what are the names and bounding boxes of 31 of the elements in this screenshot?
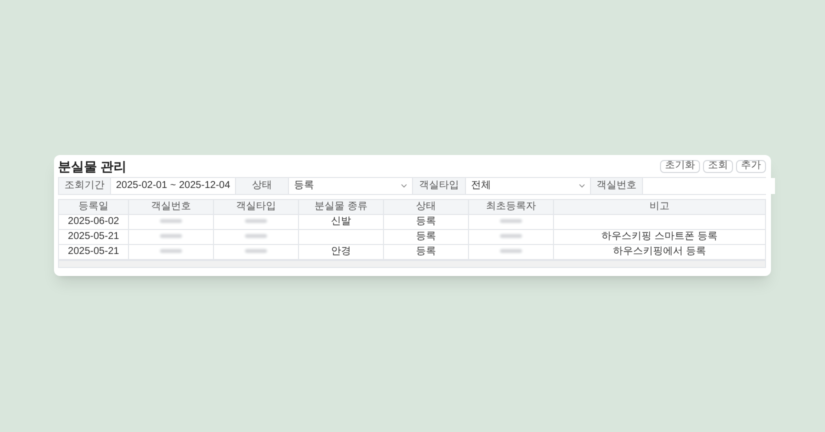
horizontal-scrollbar[interactable] <box>58 260 766 268</box>
redacted-text <box>245 219 267 224</box>
toolbar-button[interactable]: 초기화 <box>660 160 700 172</box>
redacted-text <box>245 234 267 238</box>
table-cell: 2025-06-02 <box>68 216 120 227</box>
redacted-text <box>160 219 182 224</box>
table-cell: 안경 <box>331 246 351 257</box>
column-header: 등록일 <box>78 201 108 212</box>
table-cell: 하우스키핑에서 등록 <box>613 246 706 257</box>
column-header: 분실물 종류 <box>314 201 368 212</box>
redacted-text <box>500 234 522 238</box>
redacted-text <box>160 249 182 254</box>
column-header: 비고 <box>650 201 670 212</box>
toolbar-button[interactable]: 추가 <box>736 160 766 172</box>
table-cell: 등록 <box>416 216 436 227</box>
redacted-text <box>160 234 182 238</box>
column-header: 객실타입 <box>236 201 276 212</box>
redacted-text <box>500 219 522 224</box>
table-cell: 하우스키핑 스마트폰 등록 <box>602 231 718 242</box>
column-header: 최초등록자 <box>486 201 536 212</box>
table-cell: 2025-05-21 <box>68 231 120 242</box>
table-cell: 신발 <box>331 216 351 227</box>
column-header: 객실번호 <box>151 201 191 212</box>
table-cell: 등록 <box>416 246 436 257</box>
redacted-text <box>500 249 522 254</box>
page-title: 분실물 관리 <box>58 160 127 172</box>
toolbar-button[interactable]: 조회 <box>703 160 733 172</box>
column-header: 상태 <box>416 201 436 212</box>
table-cell: 2025-05-21 <box>68 246 120 257</box>
redacted-text <box>245 249 267 254</box>
table-cell: 등록 <box>416 231 436 242</box>
